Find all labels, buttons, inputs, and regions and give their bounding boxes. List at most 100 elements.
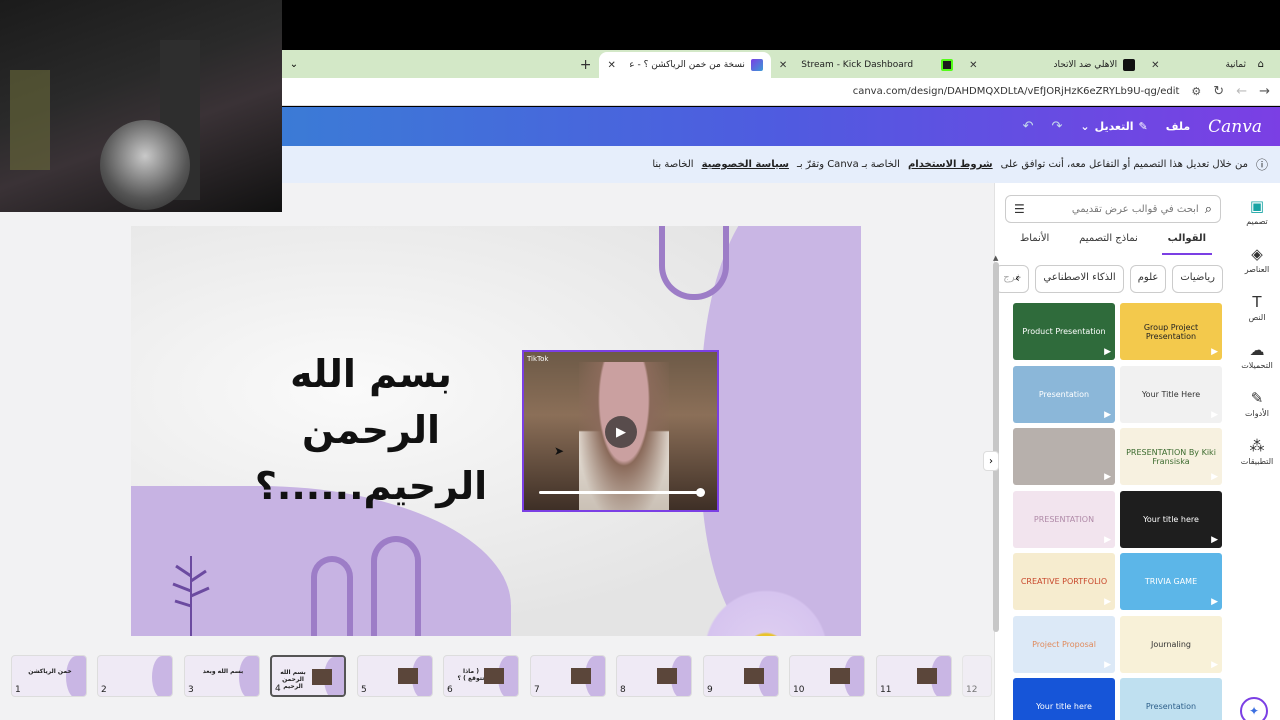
close-icon[interactable]: ✕ bbox=[969, 60, 977, 71]
template-card[interactable]: TRIVIA GAME ▶ bbox=[1120, 553, 1222, 610]
template-card[interactable]: Group Project Presentation ▶ bbox=[1120, 303, 1222, 360]
tab-templates[interactable]: القوالب bbox=[1161, 229, 1213, 255]
bottom-bar bbox=[0, 701, 994, 720]
play-icon: ▶ bbox=[1104, 472, 1111, 482]
template-label: PRESENTATION bbox=[1033, 514, 1095, 524]
rail-text[interactable]: T النص bbox=[1234, 293, 1280, 322]
template-card[interactable]: Presentation▶ bbox=[1013, 365, 1115, 423]
new-tab-button[interactable]: + bbox=[572, 52, 600, 78]
back-icon[interactable]: → bbox=[1259, 84, 1270, 99]
page-thumbnail[interactable]: 7 bbox=[530, 655, 606, 697]
notice-text-c: الخاصة بنا bbox=[652, 159, 694, 170]
canva-logo[interactable]: Canva bbox=[1208, 117, 1262, 137]
address-bar: → ← ↻ ⚙ canva.com/design/DAHDMQXDLtA/vEf… bbox=[282, 78, 1280, 106]
chevron-down-icon[interactable]: ⌄ bbox=[282, 50, 306, 78]
page-number: 12 bbox=[966, 685, 978, 695]
page-thumbnail[interactable]: 8 bbox=[616, 655, 692, 697]
chip-more[interactable]: خرج bbox=[995, 265, 1030, 293]
scroll-up-icon[interactable]: ▲ bbox=[993, 254, 998, 262]
tab-canva-design[interactable]: نسخة من خمن الرياكشن ؟ - عرض… ✕ bbox=[599, 52, 771, 78]
site-settings-icon[interactable]: ⚙ bbox=[1191, 85, 1201, 98]
template-card[interactable]: Presentation▶ bbox=[1120, 678, 1222, 720]
magic-assistant-icon[interactable]: ✦ bbox=[1240, 697, 1268, 720]
undo-icon[interactable]: ↶ bbox=[1023, 119, 1034, 134]
reload-icon[interactable]: ↻ bbox=[1213, 84, 1224, 99]
page-thumbnail[interactable]: 10 bbox=[789, 655, 865, 697]
rail-elements[interactable]: ◈ العناصر bbox=[1234, 245, 1280, 274]
terms-link[interactable]: شروط الاستخدام bbox=[908, 159, 993, 170]
page-thumbnail[interactable]: 5 bbox=[357, 655, 433, 697]
page-number: 2 bbox=[101, 685, 107, 695]
template-label: Presentation bbox=[1038, 389, 1090, 399]
panel-scrollbar[interactable] bbox=[993, 262, 999, 632]
canva-icon bbox=[750, 59, 763, 71]
title-line: الرحمن bbox=[302, 408, 440, 452]
tab-label: ثمانية bbox=[1225, 60, 1247, 70]
page-thumbnail[interactable]: 11 bbox=[876, 655, 952, 697]
chevron-down-icon: ⌄ bbox=[1080, 120, 1090, 133]
chip-math[interactable]: رياضيات bbox=[1172, 265, 1223, 293]
chevron-right-icon[interactable]: › bbox=[983, 451, 999, 471]
template-card[interactable]: Your title here▶ bbox=[1120, 490, 1222, 548]
tab-styles[interactable]: الأنماط bbox=[1014, 229, 1055, 255]
template-card[interactable]: ▶ bbox=[1013, 428, 1115, 485]
tools-icon: ✎ bbox=[1250, 389, 1264, 407]
rail-tools[interactable]: ✎ الأدوات bbox=[1234, 389, 1280, 418]
tab-kick-dashboard[interactable]: Stream - Kick Dashboard ✕ bbox=[771, 52, 961, 78]
template-card[interactable]: Journaling ▶ bbox=[1120, 615, 1222, 673]
page-thumbnail[interactable]: خمن الرياكشن 1 bbox=[11, 655, 87, 697]
chip-science[interactable]: علوم bbox=[1129, 265, 1167, 293]
close-icon[interactable]: ✕ bbox=[779, 60, 787, 71]
redo-icon[interactable]: ↷ bbox=[1052, 119, 1063, 134]
tab-label: نسخة من خمن الرياكشن ؟ - عرض… bbox=[629, 60, 745, 70]
template-label: Product Presentation bbox=[1022, 327, 1106, 336]
play-icon: ▶ bbox=[1211, 472, 1218, 482]
rail-design[interactable]: ▣ تصميم bbox=[1234, 197, 1280, 226]
chevron-left-icon[interactable]: ‹ bbox=[1015, 271, 1020, 285]
upload-icon: ☁ bbox=[1249, 341, 1265, 359]
page-thumbnail-active[interactable]: بسم الله الرحمن الرحيم 4 bbox=[270, 655, 346, 697]
category-chips: رياضيات علوم الذكاء الاصطناعي خرج bbox=[995, 265, 1223, 293]
page-thumbnail[interactable]: 12 bbox=[962, 655, 992, 697]
slide-title[interactable]: بسم الله الرحمن الرحيم......؟ bbox=[251, 346, 491, 514]
screen: ⌂ ثمانية ✕ الأهلي ضد الاتحاد ✕ Stream - … bbox=[0, 0, 1280, 720]
filter-icon[interactable]: ☰ bbox=[1014, 202, 1025, 216]
page-thumbnail[interactable]: 2 bbox=[97, 655, 173, 697]
edit-menu-button[interactable]: ✎ التعديل ⌄ bbox=[1080, 120, 1147, 133]
rail-label: التحميلات bbox=[1241, 361, 1273, 370]
search-input[interactable]: ابحث في قوالب عرض تقديمي bbox=[1072, 204, 1199, 215]
close-icon[interactable]: ✕ bbox=[1151, 60, 1159, 71]
template-label: CREATIVE PORTFOLIO bbox=[1020, 577, 1108, 586]
page-number: 3 bbox=[188, 685, 194, 695]
template-card[interactable]: Your Title Here ▶ bbox=[1120, 365, 1222, 423]
thumb-text: بسم الله الرحمن الرحيم bbox=[280, 669, 306, 690]
chip-ai[interactable]: الذكاء الاصطناعي bbox=[1035, 265, 1124, 293]
video-progress-bar[interactable] bbox=[539, 488, 705, 497]
page-thumbnail[interactable]: بسم الله وبعد 3 bbox=[184, 655, 260, 697]
template-card[interactable]: CREATIVE PORTFOLIO ▶ bbox=[1013, 553, 1115, 610]
rail-uploads[interactable]: ☁ التحميلات bbox=[1234, 341, 1280, 370]
embedded-video[interactable]: TikTok ▶ bbox=[522, 350, 719, 512]
url-field[interactable]: canva.com/design/DAHDMQXDLtA/vEfJORjHzK6… bbox=[853, 86, 1180, 97]
file-menu-button[interactable]: ملف bbox=[1166, 120, 1190, 133]
slide-canvas[interactable]: بسم الله الرحمن الرحيم......؟ TikTok ▶ bbox=[131, 226, 861, 636]
template-card[interactable]: Your title here▶ bbox=[1013, 678, 1115, 720]
page-thumbnail[interactable]: ( ماذا تتوقع ) ؟ 6 bbox=[443, 655, 519, 697]
privacy-link[interactable]: سياسة الخصوصية bbox=[702, 159, 789, 170]
tab-ahli-ittihad[interactable]: الأهلي ضد الاتحاد ✕ bbox=[961, 52, 1143, 78]
rail-label: تصميم bbox=[1246, 217, 1268, 226]
page-thumbnail[interactable]: 9 bbox=[703, 655, 779, 697]
play-icon[interactable]: ▶ bbox=[605, 416, 637, 448]
template-card[interactable]: Product Presentation ▶ bbox=[1013, 303, 1115, 360]
page-number: 10 bbox=[793, 685, 805, 695]
template-card[interactable]: Project Proposal ▶ bbox=[1013, 615, 1115, 673]
forward-icon[interactable]: ← bbox=[1236, 84, 1247, 99]
close-icon[interactable]: ✕ bbox=[607, 60, 615, 71]
template-card[interactable]: PRESENTATION By Kiki Fransiska ▶ bbox=[1120, 428, 1222, 485]
rail-apps[interactable]: ⁂ التطبيقات bbox=[1234, 437, 1280, 466]
progress-knob[interactable] bbox=[696, 488, 705, 497]
tab-thmanyah[interactable]: ⌂ ثمانية ✕ bbox=[1143, 52, 1272, 78]
template-card[interactable]: PRESENTATION ▶ bbox=[1013, 490, 1115, 548]
tab-design-samples[interactable]: نماذج التصميم bbox=[1073, 229, 1144, 255]
template-search[interactable]: ⌕ ابحث في قوالب عرض تقديمي ☰ bbox=[1005, 195, 1221, 223]
